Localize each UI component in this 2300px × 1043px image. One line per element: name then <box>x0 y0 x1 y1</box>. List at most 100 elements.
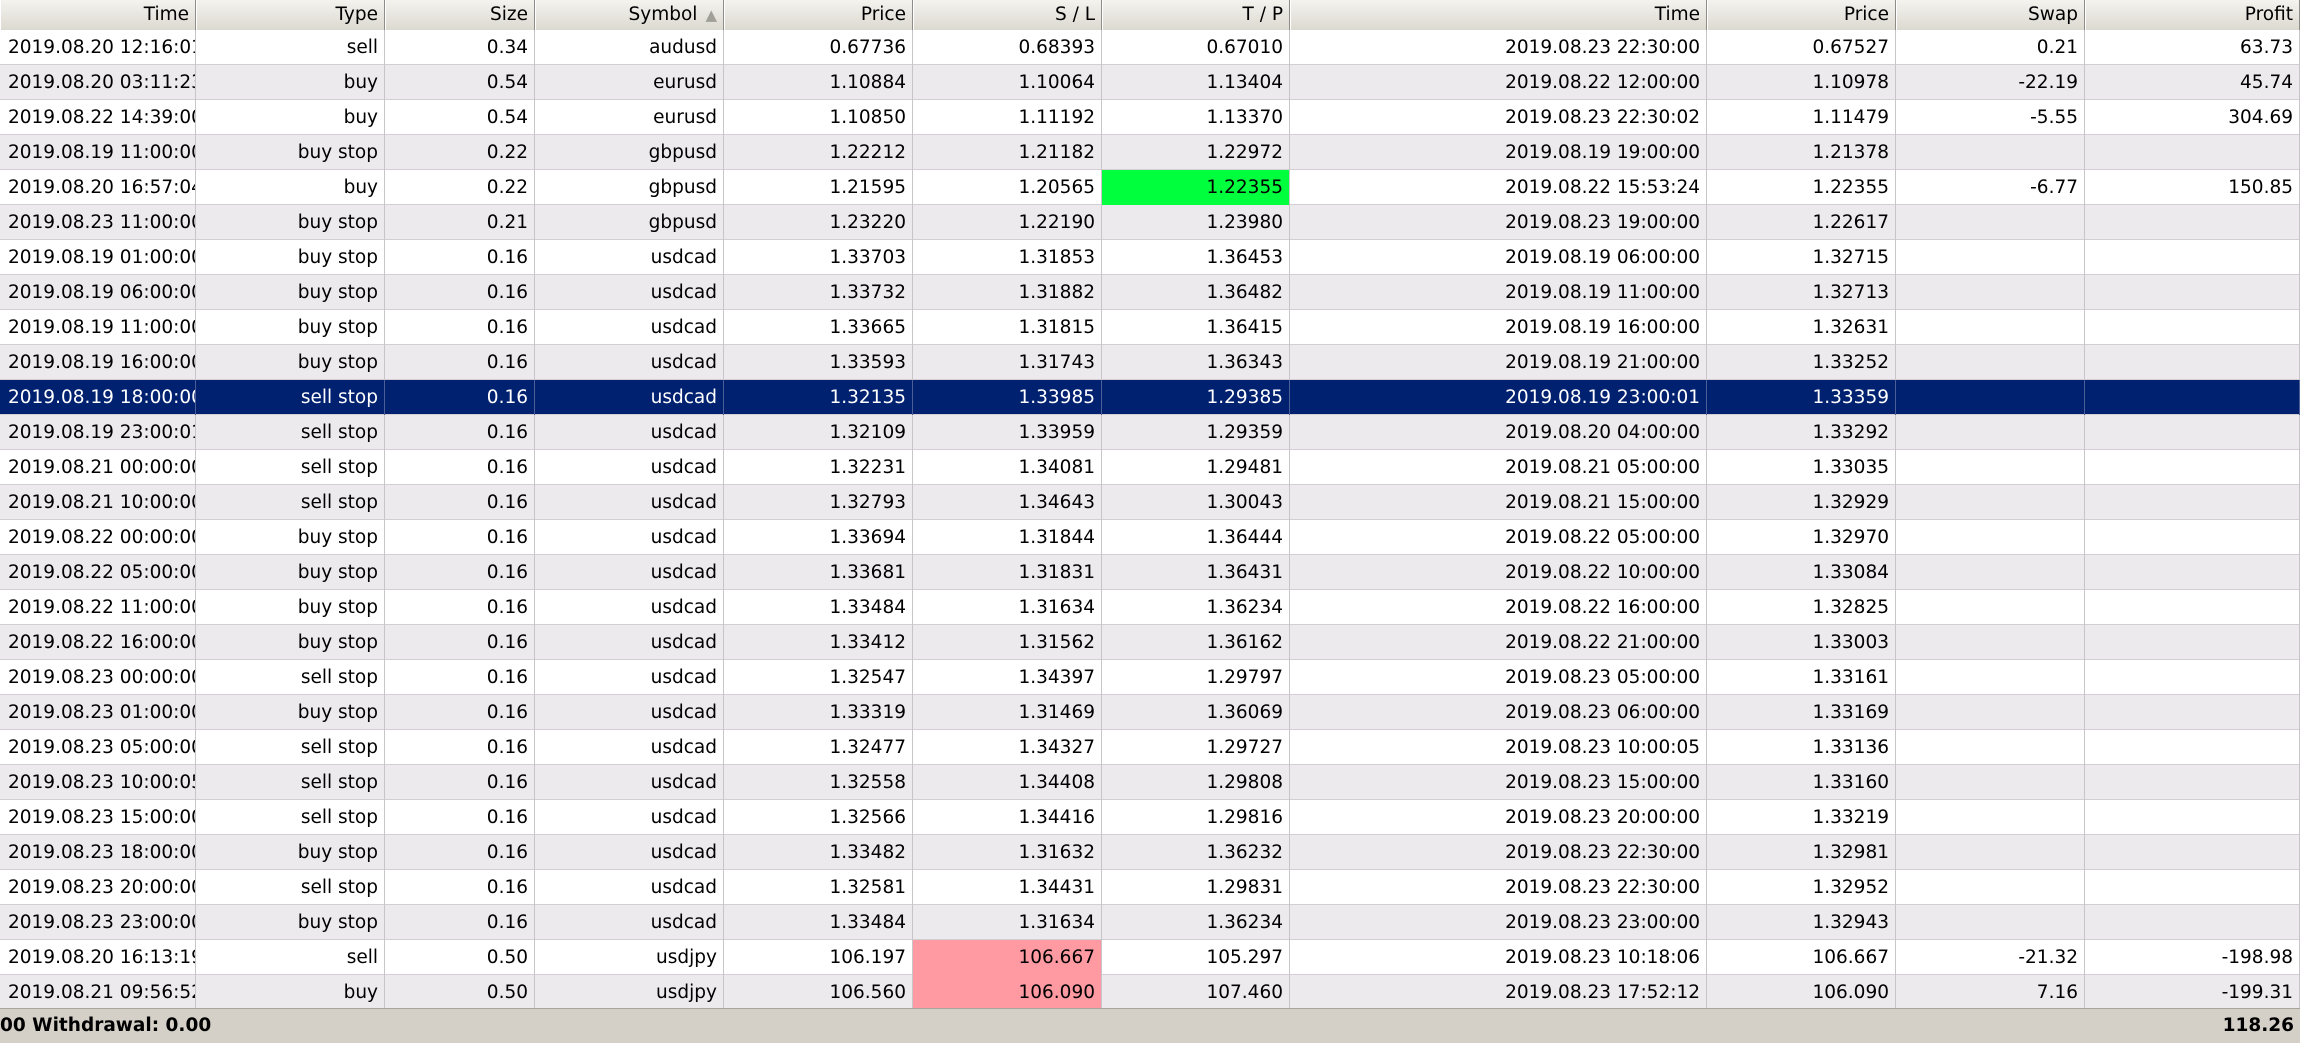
cell-open-time: 2019.08.23 11:00:00 <box>0 205 196 240</box>
cell-open-price: 1.33412 <box>724 625 913 660</box>
cell-open-price: 1.32477 <box>724 730 913 765</box>
cell-size: 0.16 <box>385 765 535 800</box>
trade-history-grid: Time Type Size Symbol ▲ Price S / L T / P Time Pr… <box>0 0 2300 1043</box>
column-header-close-price[interactable]: Price <box>1707 0 1896 30</box>
table-row[interactable]: 2019.08.20 12:16:01 sell 0.34 audusd 0.67736… <box>0 30 2300 65</box>
table-row[interactable]: 2019.08.22 16:00:00 buy stop 0.16 usdcad 1.3… <box>0 625 2300 660</box>
table-row[interactable]: 2019.08.20 03:11:23 buy 0.54 eurusd 1.10884 1… <box>0 65 2300 100</box>
table-row[interactable]: 2019.08.22 11:00:00 buy stop 0.16 usdcad 1.3… <box>0 590 2300 625</box>
cell-tp: 1.22972 <box>1102 135 1290 170</box>
cell-swap <box>1896 905 2085 940</box>
cell-sl: 1.34081 <box>913 450 1102 485</box>
cell-sl: 0.68393 <box>913 30 1102 65</box>
table-row[interactable]: 2019.08.23 15:00:00 sell stop 0.16 usdcad 1.… <box>0 800 2300 835</box>
cell-type: sell <box>196 940 385 975</box>
cell-type: buy stop <box>196 905 385 940</box>
column-header-symbol[interactable]: Symbol ▲ <box>535 0 724 30</box>
cell-swap <box>1896 555 2085 590</box>
table-row[interactable]: 2019.08.22 00:00:00 buy stop 0.16 usdcad 1.3… <box>0 520 2300 555</box>
column-header-label: Symbol <box>628 4 698 25</box>
cell-sl: 1.34327 <box>913 730 1102 765</box>
cell-open-time: 2019.08.22 14:39:00 <box>0 100 196 135</box>
cell-close-time: 2019.08.23 20:00:00 <box>1290 800 1707 835</box>
table-row[interactable]: 2019.08.23 01:00:00 buy stop 0.16 usdcad 1.3… <box>0 695 2300 730</box>
column-header-label: Profit <box>2244 4 2293 25</box>
column-header-open-time[interactable]: Time <box>0 0 196 30</box>
table-row[interactable]: 2019.08.23 11:00:00 buy stop 0.21 gbpusd 1.2… <box>0 205 2300 240</box>
table-row[interactable]: 2019.08.23 10:00:05 sell stop 0.16 usdcad 1.… <box>0 765 2300 800</box>
table-row[interactable]: 2019.08.22 05:00:00 buy stop 0.16 usdcad 1.3… <box>0 555 2300 590</box>
column-header-profit[interactable]: Profit <box>2085 0 2300 30</box>
cell-close-time: 2019.08.23 19:00:00 <box>1290 205 1707 240</box>
cell-open-time: 2019.08.21 00:00:00 <box>0 450 196 485</box>
cell-open-time: 2019.08.19 18:00:00 <box>0 380 196 415</box>
cell-type: buy <box>196 65 385 100</box>
table-row[interactable]: 2019.08.23 23:00:00 buy stop 0.16 usdcad 1.3… <box>0 905 2300 940</box>
cell-sl: 1.34408 <box>913 765 1102 800</box>
cell-close-price: 1.33136 <box>1707 730 1896 765</box>
cell-tp: 107.460 <box>1102 975 1290 1010</box>
table-row[interactable]: 2019.08.19 18:00:00 sell stop 0.16 usdcad 1.… <box>0 380 2300 415</box>
table-row[interactable]: 2019.08.23 18:00:00 buy stop 0.16 usdcad 1.3… <box>0 835 2300 870</box>
cell-close-time: 2019.08.23 22:30:02 <box>1290 100 1707 135</box>
cell-profit <box>2085 870 2300 905</box>
table-row[interactable]: 2019.08.23 00:00:00 sell stop 0.16 usdcad 1.… <box>0 660 2300 695</box>
cell-swap <box>1896 310 2085 345</box>
cell-close-price: 1.33003 <box>1707 625 1896 660</box>
cell-tp: 1.29727 <box>1102 730 1290 765</box>
cell-open-price: 1.33694 <box>724 520 913 555</box>
cell-open-time: 2019.08.22 16:00:00 <box>0 625 196 660</box>
table-row[interactable]: 2019.08.20 16:13:19 sell 0.50 usdjpy 106.197… <box>0 940 2300 975</box>
cell-symbol: usdcad <box>535 485 724 520</box>
cell-size: 0.16 <box>385 590 535 625</box>
column-header-swap[interactable]: Swap <box>1896 0 2085 30</box>
column-header-sl[interactable]: S / L <box>913 0 1102 30</box>
cell-close-price: 1.32943 <box>1707 905 1896 940</box>
cell-open-price: 1.32547 <box>724 660 913 695</box>
cell-profit <box>2085 380 2300 415</box>
table-row[interactable]: 2019.08.21 10:00:00 sell stop 0.16 usdcad 1.… <box>0 485 2300 520</box>
column-header-type[interactable]: Type <box>196 0 385 30</box>
cell-close-price: 1.11479 <box>1707 100 1896 135</box>
column-header-open-price[interactable]: Price <box>724 0 913 30</box>
cell-tp: 1.13404 <box>1102 65 1290 100</box>
table-row[interactable]: 2019.08.19 11:00:00 buy stop 0.22 gbpusd 1.2… <box>0 135 2300 170</box>
column-header-close-time[interactable]: Time <box>1290 0 1707 30</box>
table-row[interactable]: 2019.08.20 16:57:04 buy 0.22 gbpusd 1.21595 1… <box>0 170 2300 205</box>
cell-swap: 0.21 <box>1896 30 2085 65</box>
column-header-size[interactable]: Size <box>385 0 535 30</box>
table-row[interactable]: 2019.08.22 14:39:00 buy 0.54 eurusd 1.10850 1… <box>0 100 2300 135</box>
table-row[interactable]: 2019.08.19 16:00:00 buy stop 0.16 usdcad 1.3… <box>0 345 2300 380</box>
cell-tp: 1.36162 <box>1102 625 1290 660</box>
cell-type: buy stop <box>196 590 385 625</box>
cell-open-price: 1.22212 <box>724 135 913 170</box>
cell-symbol: usdcad <box>535 240 724 275</box>
column-header-bar: Time Type Size Symbol ▲ Price S / L T / P Time Pr… <box>0 0 2300 32</box>
cell-sl: 1.31743 <box>913 345 1102 380</box>
cell-size: 0.50 <box>385 975 535 1010</box>
table-row[interactable]: 2019.08.19 01:00:00 buy stop 0.16 usdcad 1.3… <box>0 240 2300 275</box>
table-row[interactable]: 2019.08.23 20:00:00 sell stop 0.16 usdcad 1.… <box>0 870 2300 905</box>
table-row[interactable]: 2019.08.19 06:00:00 buy stop 0.16 usdcad 1.3… <box>0 275 2300 310</box>
cell-close-price: 1.33035 <box>1707 450 1896 485</box>
cell-size: 0.16 <box>385 730 535 765</box>
table-row[interactable]: 2019.08.21 09:56:52 buy 0.50 usdjpy 106.560 1… <box>0 975 2300 1010</box>
cell-tp: 1.23980 <box>1102 205 1290 240</box>
table-row[interactable]: 2019.08.19 23:00:01 sell stop 0.16 usdcad 1.… <box>0 415 2300 450</box>
table-row[interactable]: 2019.08.23 05:00:00 sell stop 0.16 usdcad 1.… <box>0 730 2300 765</box>
cell-profit <box>2085 590 2300 625</box>
cell-profit <box>2085 275 2300 310</box>
cell-symbol: usdcad <box>535 905 724 940</box>
column-header-label: Swap <box>2028 4 2078 25</box>
cell-type: buy stop <box>196 310 385 345</box>
cell-open-time: 2019.08.23 20:00:00 <box>0 870 196 905</box>
table-row[interactable]: 2019.08.21 00:00:00 sell stop 0.16 usdcad 1.… <box>0 450 2300 485</box>
cell-tp: 1.36453 <box>1102 240 1290 275</box>
cell-open-price: 106.197 <box>724 940 913 975</box>
table-row[interactable]: 2019.08.19 11:00:00 buy stop 0.16 usdcad 1.3… <box>0 310 2300 345</box>
cell-sl: 1.31853 <box>913 240 1102 275</box>
column-header-label: Price <box>860 4 906 25</box>
column-header-tp[interactable]: T / P <box>1102 0 1290 30</box>
cell-type: buy stop <box>196 135 385 170</box>
cell-open-time: 2019.08.23 10:00:05 <box>0 765 196 800</box>
